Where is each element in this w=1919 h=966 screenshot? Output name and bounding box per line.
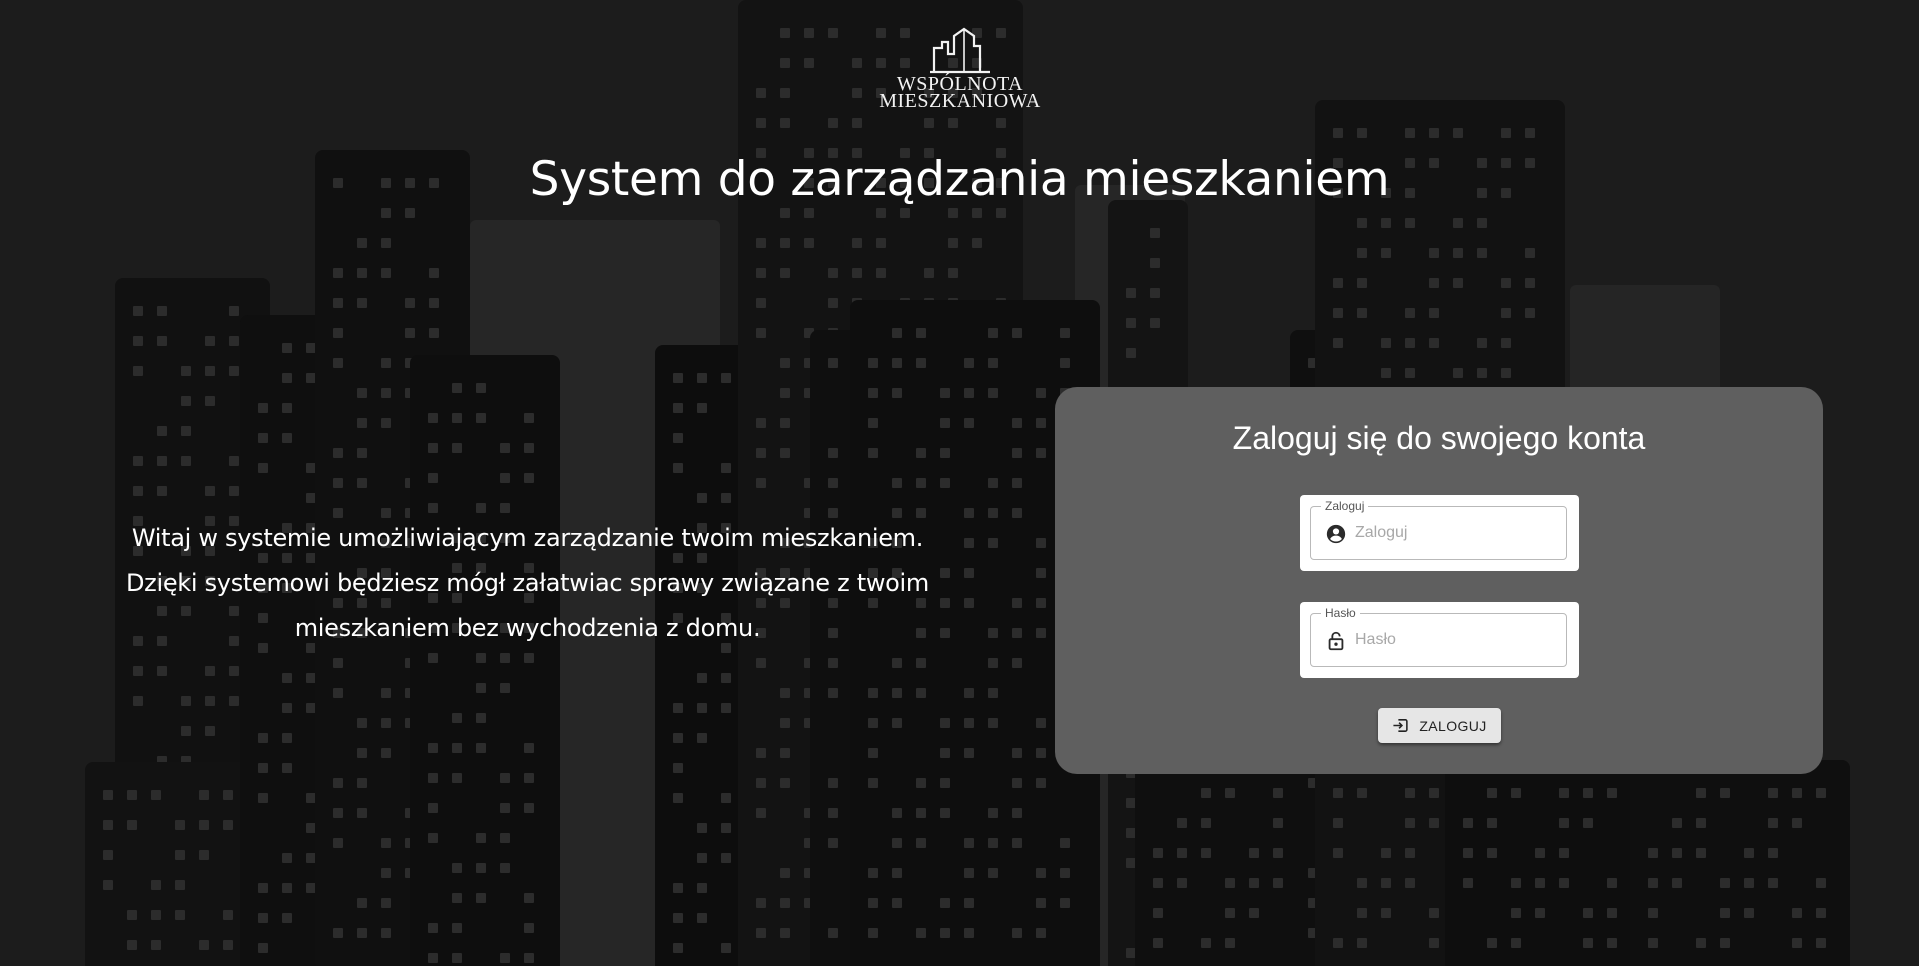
community-logo: Wspólnota Mieszkaniowa [875, 26, 1045, 112]
username-field[interactable]: Zaloguj [1310, 499, 1567, 560]
password-label: Hasło [1321, 606, 1360, 620]
login-button-label: ZALOGUJ [1419, 717, 1487, 734]
welcome-line-1: Witaj w systemie umożliwiającym zarządza… [131, 524, 924, 552]
password-field[interactable]: Hasło [1310, 606, 1567, 667]
welcome-line-3: mieszkaniem bez wychodzenia z domu. [294, 614, 761, 642]
login-button[interactable]: ZALOGUJ [1378, 708, 1501, 743]
account-circle-icon [1326, 524, 1346, 544]
username-input[interactable] [1355, 518, 1555, 548]
username-label: Zaloguj [1321, 499, 1369, 513]
password-input[interactable] [1355, 625, 1555, 655]
login-icon [1393, 719, 1408, 732]
lock-open-icon [1328, 631, 1344, 651]
welcome-text: Witaj w systemie umożliwiającym zarządza… [105, 516, 950, 651]
password-field-container: Hasło [1300, 602, 1579, 678]
page-title: System do zarządzania mieszkaniem [529, 152, 1390, 207]
login-card-title: Zaloguj się do swojego konta [1232, 420, 1646, 456]
building-logo-icon [930, 27, 990, 74]
logo-text-line-2: Mieszkaniowa [879, 90, 1041, 112]
username-field-container: Zaloguj [1300, 495, 1579, 571]
welcome-line-2: Dzięki systemowi będziesz mógł załatwiac… [126, 569, 929, 597]
login-card: Zaloguj się do swojego konta Zaloguj Has… [1055, 387, 1823, 774]
login-page: Wspólnota Mieszkaniowa System do zarządz… [0, 0, 1919, 966]
